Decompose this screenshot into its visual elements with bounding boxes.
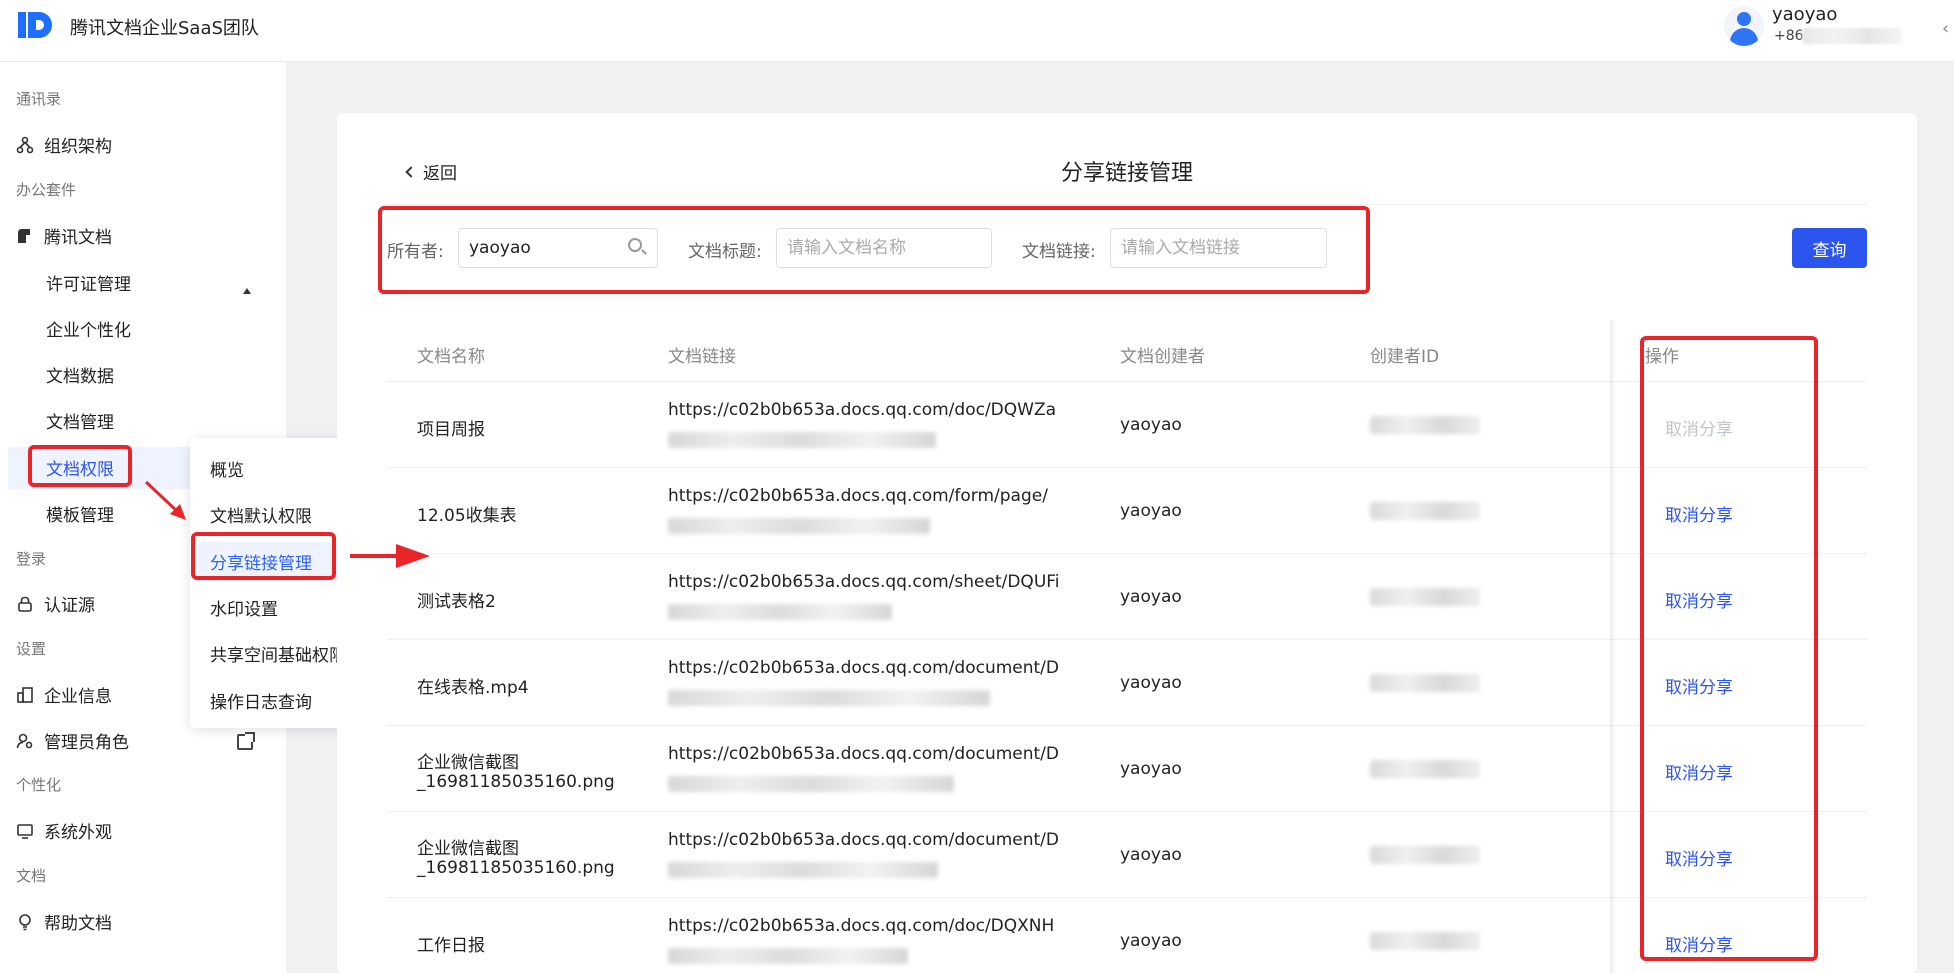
annotation-arrow-head (396, 544, 430, 568)
annotation-arrow-line (144, 480, 180, 514)
annotation-arrows (144, 480, 430, 568)
